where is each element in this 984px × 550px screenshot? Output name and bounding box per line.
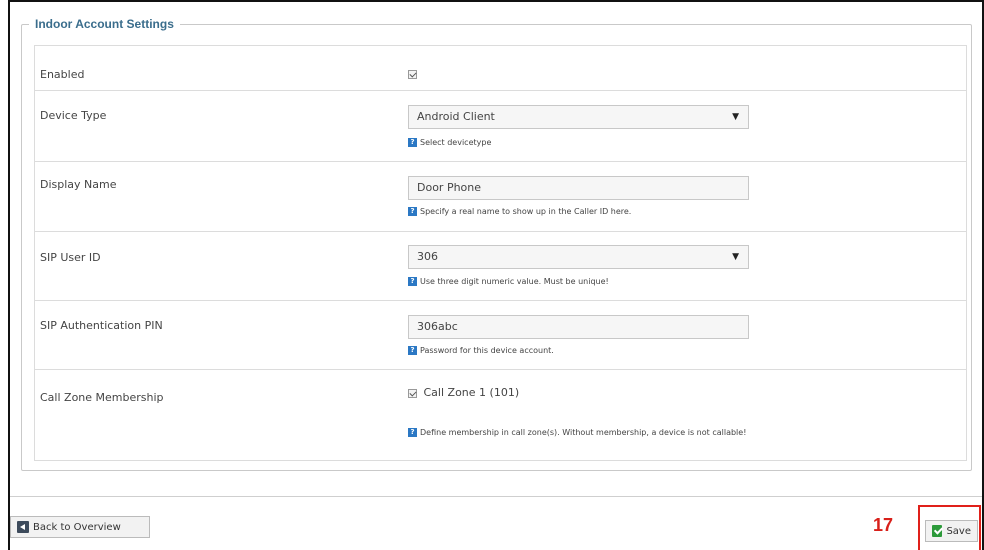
row-enabled: Enabled: [35, 46, 966, 91]
call-zone-option[interactable]: Call Zone 1 (101): [408, 386, 519, 399]
display-name-label: Display Name: [40, 178, 117, 191]
check-icon: [408, 388, 417, 398]
enabled-label: Enabled: [40, 68, 85, 81]
sip-auth-pin-value: 306abc: [417, 320, 458, 333]
save-highlight-box: [918, 505, 981, 550]
dropdown-arrow-icon: ▼: [732, 252, 739, 262]
back-to-overview-button[interactable]: Back to Overview: [10, 516, 150, 538]
device-type-hint: ? Select devicetype: [408, 138, 491, 147]
panel-title: Indoor Account Settings: [35, 17, 174, 31]
sip-user-id-value: 306: [417, 250, 438, 263]
call-zone-hint: ? Define membership in call zone(s). With…: [408, 428, 746, 437]
row-call-zone: Call Zone Membership Call Zone 1 (101) ?…: [35, 370, 966, 460]
help-icon: ?: [408, 138, 417, 147]
device-type-select[interactable]: Android Client ▼: [408, 105, 749, 129]
sip-auth-pin-hint: ? Password for this device account.: [408, 346, 554, 355]
help-icon: ?: [408, 207, 417, 216]
sip-auth-pin-input[interactable]: 306abc: [408, 315, 749, 339]
help-icon: ?: [408, 428, 417, 437]
device-type-label: Device Type: [40, 109, 107, 122]
enabled-checkbox[interactable]: [408, 67, 417, 80]
check-icon: [408, 69, 417, 79]
step-number-annotation: 17: [873, 515, 894, 535]
footer-divider: [10, 496, 982, 497]
display-name-hint: ? Specify a real name to show up in the C…: [408, 207, 631, 216]
back-button-label: Back to Overview: [33, 521, 121, 533]
row-sip-auth-pin: SIP Authentication PIN 306abc ? Password …: [35, 301, 966, 370]
sip-auth-pin-label: SIP Authentication PIN: [40, 319, 163, 332]
display-name-value: Door Phone: [417, 181, 482, 194]
display-name-input[interactable]: Door Phone: [408, 176, 749, 200]
sip-user-id-label: SIP User ID: [40, 251, 101, 264]
help-icon: ?: [408, 346, 417, 355]
help-icon: ?: [408, 277, 417, 286]
back-arrow-icon: [17, 521, 29, 533]
row-sip-user-id: SIP User ID 306 ▼ ? Use three digit numer…: [35, 232, 966, 301]
sip-user-id-select[interactable]: 306 ▼: [408, 245, 749, 269]
call-zone-option-label: Call Zone 1 (101): [423, 386, 520, 399]
call-zone-label: Call Zone Membership: [40, 391, 164, 404]
device-type-value: Android Client: [417, 110, 495, 123]
sip-user-id-hint: ? Use three digit numeric value. Must be …: [408, 277, 609, 286]
row-display-name: Display Name Door Phone ? Specify a real …: [35, 162, 966, 232]
row-device-type: Device Type Android Client ▼ ? Select dev…: [35, 91, 966, 162]
settings-form: Enabled Device Type Android Client ▼ ? Se…: [34, 45, 967, 461]
dropdown-arrow-icon: ▼: [732, 112, 739, 122]
